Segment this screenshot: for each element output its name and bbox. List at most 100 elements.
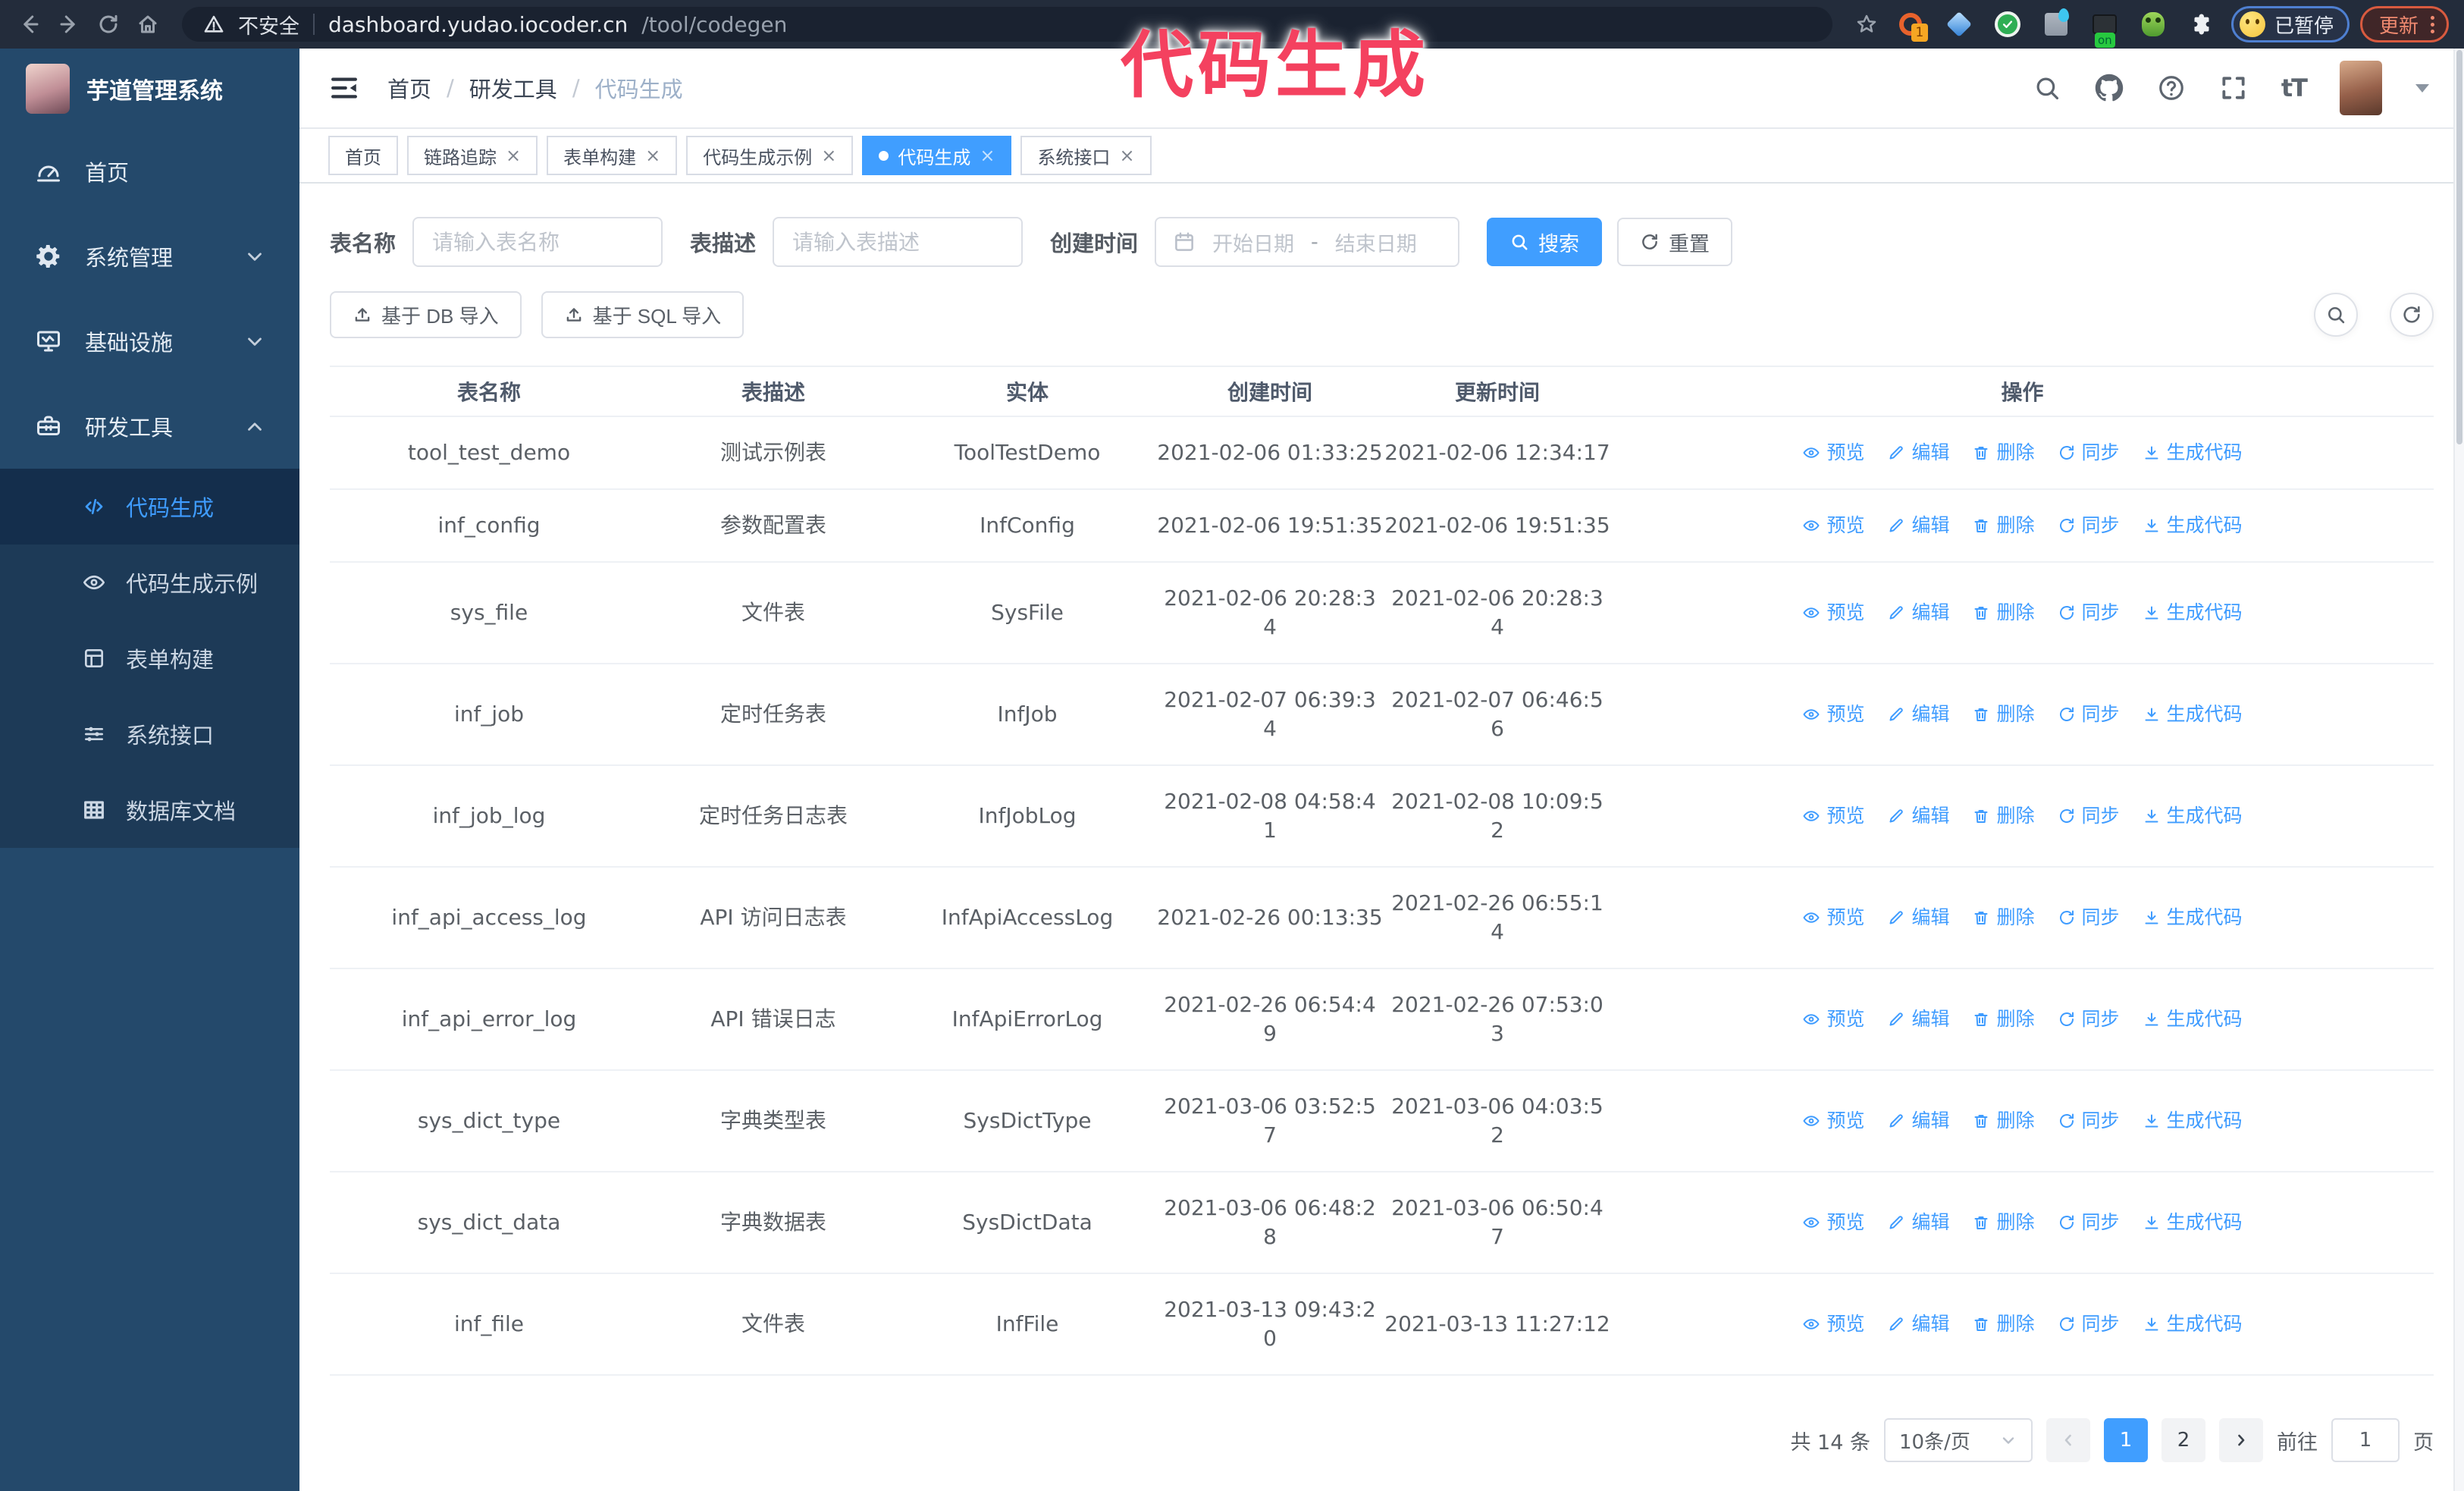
bookmark-star-icon[interactable] (1852, 10, 1881, 39)
generate-code-link[interactable]: 生成代码 (2143, 1208, 2243, 1237)
avatar-caret-icon[interactable] (2415, 83, 2429, 93)
delete-link[interactable]: 删除 (1972, 598, 2035, 627)
reset-button[interactable]: 重置 (1617, 218, 1733, 266)
sync-link[interactable]: 同步 (2058, 1310, 2120, 1339)
date-range-picker[interactable]: 开始日期 - 结束日期 (1155, 217, 1460, 267)
close-icon[interactable]: × (821, 146, 836, 165)
sync-link[interactable]: 同步 (2058, 1106, 2120, 1135)
sync-link[interactable]: 同步 (2058, 438, 2120, 467)
sidebar-item-form-builder[interactable]: 表单构建 (0, 620, 299, 696)
browser-home-button[interactable] (133, 10, 162, 39)
page-button-1[interactable]: 1 (2104, 1418, 2148, 1462)
edit-link[interactable]: 编辑 (1887, 511, 1949, 540)
delete-link[interactable]: 删除 (1972, 700, 2035, 729)
close-icon[interactable]: × (980, 146, 995, 165)
sync-link[interactable]: 同步 (2058, 511, 2120, 540)
user-avatar[interactable] (2340, 61, 2382, 115)
edit-link[interactable]: 编辑 (1887, 1005, 1949, 1034)
tab-codegen-example[interactable]: 代码生成示例 × (686, 136, 854, 175)
delete-link[interactable]: 删除 (1972, 1005, 2035, 1034)
delete-link[interactable]: 删除 (1972, 903, 2035, 932)
app-logo[interactable]: 芋道管理系统 (0, 49, 299, 129)
sidebar-item-system-management[interactable]: 系统管理 (0, 214, 299, 299)
generate-code-link[interactable]: 生成代码 (2143, 903, 2243, 932)
generate-code-link[interactable]: 生成代码 (2143, 802, 2243, 830)
sidebar-item-system-api[interactable]: 系统接口 (0, 696, 299, 772)
browser-update-button[interactable]: 更新 (2359, 6, 2449, 42)
goto-page-input[interactable] (2331, 1418, 2400, 1462)
generate-code-link[interactable]: 生成代码 (2143, 1310, 2243, 1339)
browser-back-button[interactable] (15, 10, 44, 39)
preview-link[interactable]: 预览 (1802, 700, 1864, 729)
sidebar-item-infrastructure[interactable]: 基础设施 (0, 299, 299, 384)
sidebar-item-codegen[interactable]: 代码生成 (0, 469, 299, 545)
edit-link[interactable]: 编辑 (1887, 438, 1949, 467)
sync-link[interactable]: 同步 (2058, 700, 2120, 729)
sync-link[interactable]: 同步 (2058, 1005, 2120, 1034)
generate-code-link[interactable]: 生成代码 (2143, 700, 2243, 729)
browser-reload-button[interactable] (94, 10, 123, 39)
generate-code-link[interactable]: 生成代码 (2143, 1005, 2243, 1034)
search-icon[interactable] (2033, 74, 2061, 102)
tab-system-api[interactable]: 系统接口 × (1020, 136, 1152, 175)
delete-link[interactable]: 删除 (1972, 1310, 2035, 1339)
import-sql-button[interactable]: 基于 SQL 导入 (541, 291, 745, 338)
toggle-search-button[interactable] (2314, 293, 2358, 337)
close-icon[interactable]: × (506, 146, 521, 165)
tab-codegen[interactable]: 代码生成 × (862, 136, 1012, 175)
extension-bug-icon[interactable] (2139, 10, 2168, 39)
edit-link[interactable]: 编辑 (1887, 903, 1949, 932)
browser-profile-button[interactable]: 已暂停 (2230, 6, 2350, 42)
fullscreen-icon[interactable] (2219, 74, 2248, 102)
extension-puzzle-icon[interactable] (2187, 10, 2216, 39)
edit-link[interactable]: 编辑 (1887, 802, 1949, 830)
sidebar-item-db-docs[interactable]: 数据库文档 (0, 772, 299, 848)
preview-link[interactable]: 预览 (1802, 1106, 1864, 1135)
close-icon[interactable]: × (1119, 146, 1134, 165)
sync-link[interactable]: 同步 (2058, 903, 2120, 932)
tab-trace[interactable]: 链路追踪 × (407, 136, 538, 175)
preview-link[interactable]: 预览 (1802, 598, 1864, 627)
table-name-input[interactable] (412, 217, 663, 267)
edit-link[interactable]: 编辑 (1887, 598, 1949, 627)
delete-link[interactable]: 删除 (1972, 511, 2035, 540)
breadcrumb-dev-tools[interactable]: 研发工具 (469, 72, 557, 104)
next-page-button[interactable] (2219, 1418, 2263, 1462)
browser-forward-button[interactable] (55, 10, 83, 39)
sync-link[interactable]: 同步 (2058, 598, 2120, 627)
preview-link[interactable]: 预览 (1802, 1310, 1864, 1339)
delete-link[interactable]: 删除 (1972, 1106, 2035, 1135)
github-icon[interactable] (2095, 74, 2124, 102)
extension-orange-icon[interactable]: 1 (1896, 10, 1928, 42)
edit-link[interactable]: 编辑 (1887, 1106, 1949, 1135)
sidebar-fold-icon[interactable] (328, 72, 360, 104)
sidebar-item-codegen-example[interactable]: 代码生成示例 (0, 545, 299, 620)
edit-link[interactable]: 编辑 (1887, 1208, 1949, 1237)
generate-code-link[interactable]: 生成代码 (2143, 1106, 2243, 1135)
preview-link[interactable]: 预览 (1802, 903, 1864, 932)
preview-link[interactable]: 预览 (1802, 802, 1864, 830)
sync-link[interactable]: 同步 (2058, 1208, 2120, 1237)
extension-green-check-icon[interactable] (1993, 10, 2022, 39)
sidebar-item-dev-tools[interactable]: 研发工具 (0, 384, 299, 469)
sync-link[interactable]: 同步 (2058, 802, 2120, 830)
refresh-table-button[interactable] (2390, 293, 2434, 337)
delete-link[interactable]: 删除 (1972, 1208, 2035, 1237)
extension-dark-on-icon[interactable]: on (2090, 10, 2119, 48)
delete-link[interactable]: 删除 (1972, 802, 2035, 830)
address-bar[interactable]: 不安全 dashboard.yudao.iocoder.cn/tool/code… (182, 7, 1832, 42)
font-size-icon[interactable]: tT (2281, 74, 2308, 102)
preview-link[interactable]: 预览 (1802, 1208, 1864, 1237)
search-button[interactable]: 搜索 (1487, 218, 1603, 266)
import-db-button[interactable]: 基于 DB 导入 (330, 291, 522, 338)
sidebar-item-home[interactable]: 首页 (0, 129, 299, 214)
page-button-2[interactable]: 2 (2161, 1418, 2205, 1462)
delete-link[interactable]: 删除 (1972, 438, 2035, 467)
table-desc-input[interactable] (773, 217, 1024, 267)
edit-link[interactable]: 编辑 (1887, 1310, 1949, 1339)
preview-link[interactable]: 预览 (1802, 511, 1864, 540)
page-size-select[interactable]: 10条/页 (1884, 1418, 2033, 1462)
edit-link[interactable]: 编辑 (1887, 700, 1949, 729)
tab-form-builder[interactable]: 表单构建 × (547, 136, 678, 175)
help-icon[interactable] (2157, 74, 2186, 102)
